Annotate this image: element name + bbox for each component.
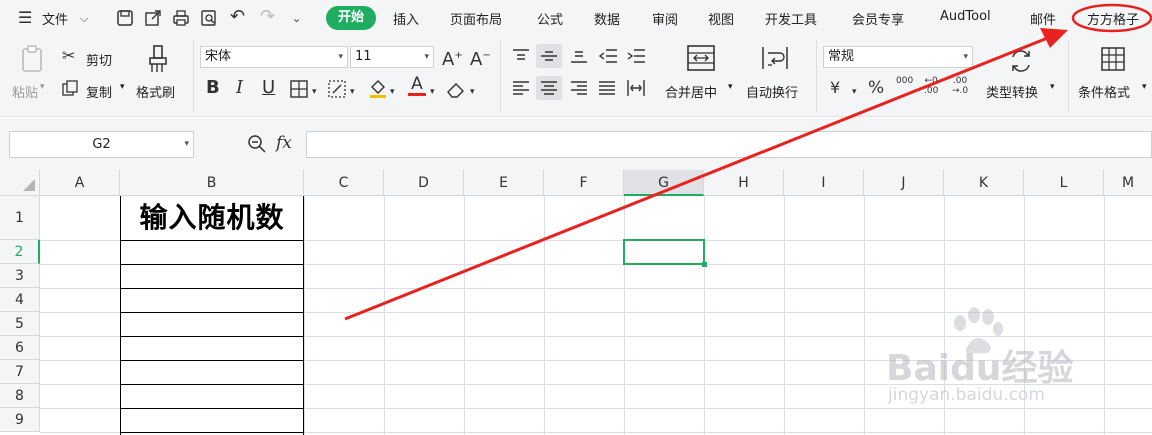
annotation-arrow [344, 35, 1051, 321]
annotation-circle [1071, 3, 1152, 33]
annotation-overlay [344, 3, 1152, 321]
